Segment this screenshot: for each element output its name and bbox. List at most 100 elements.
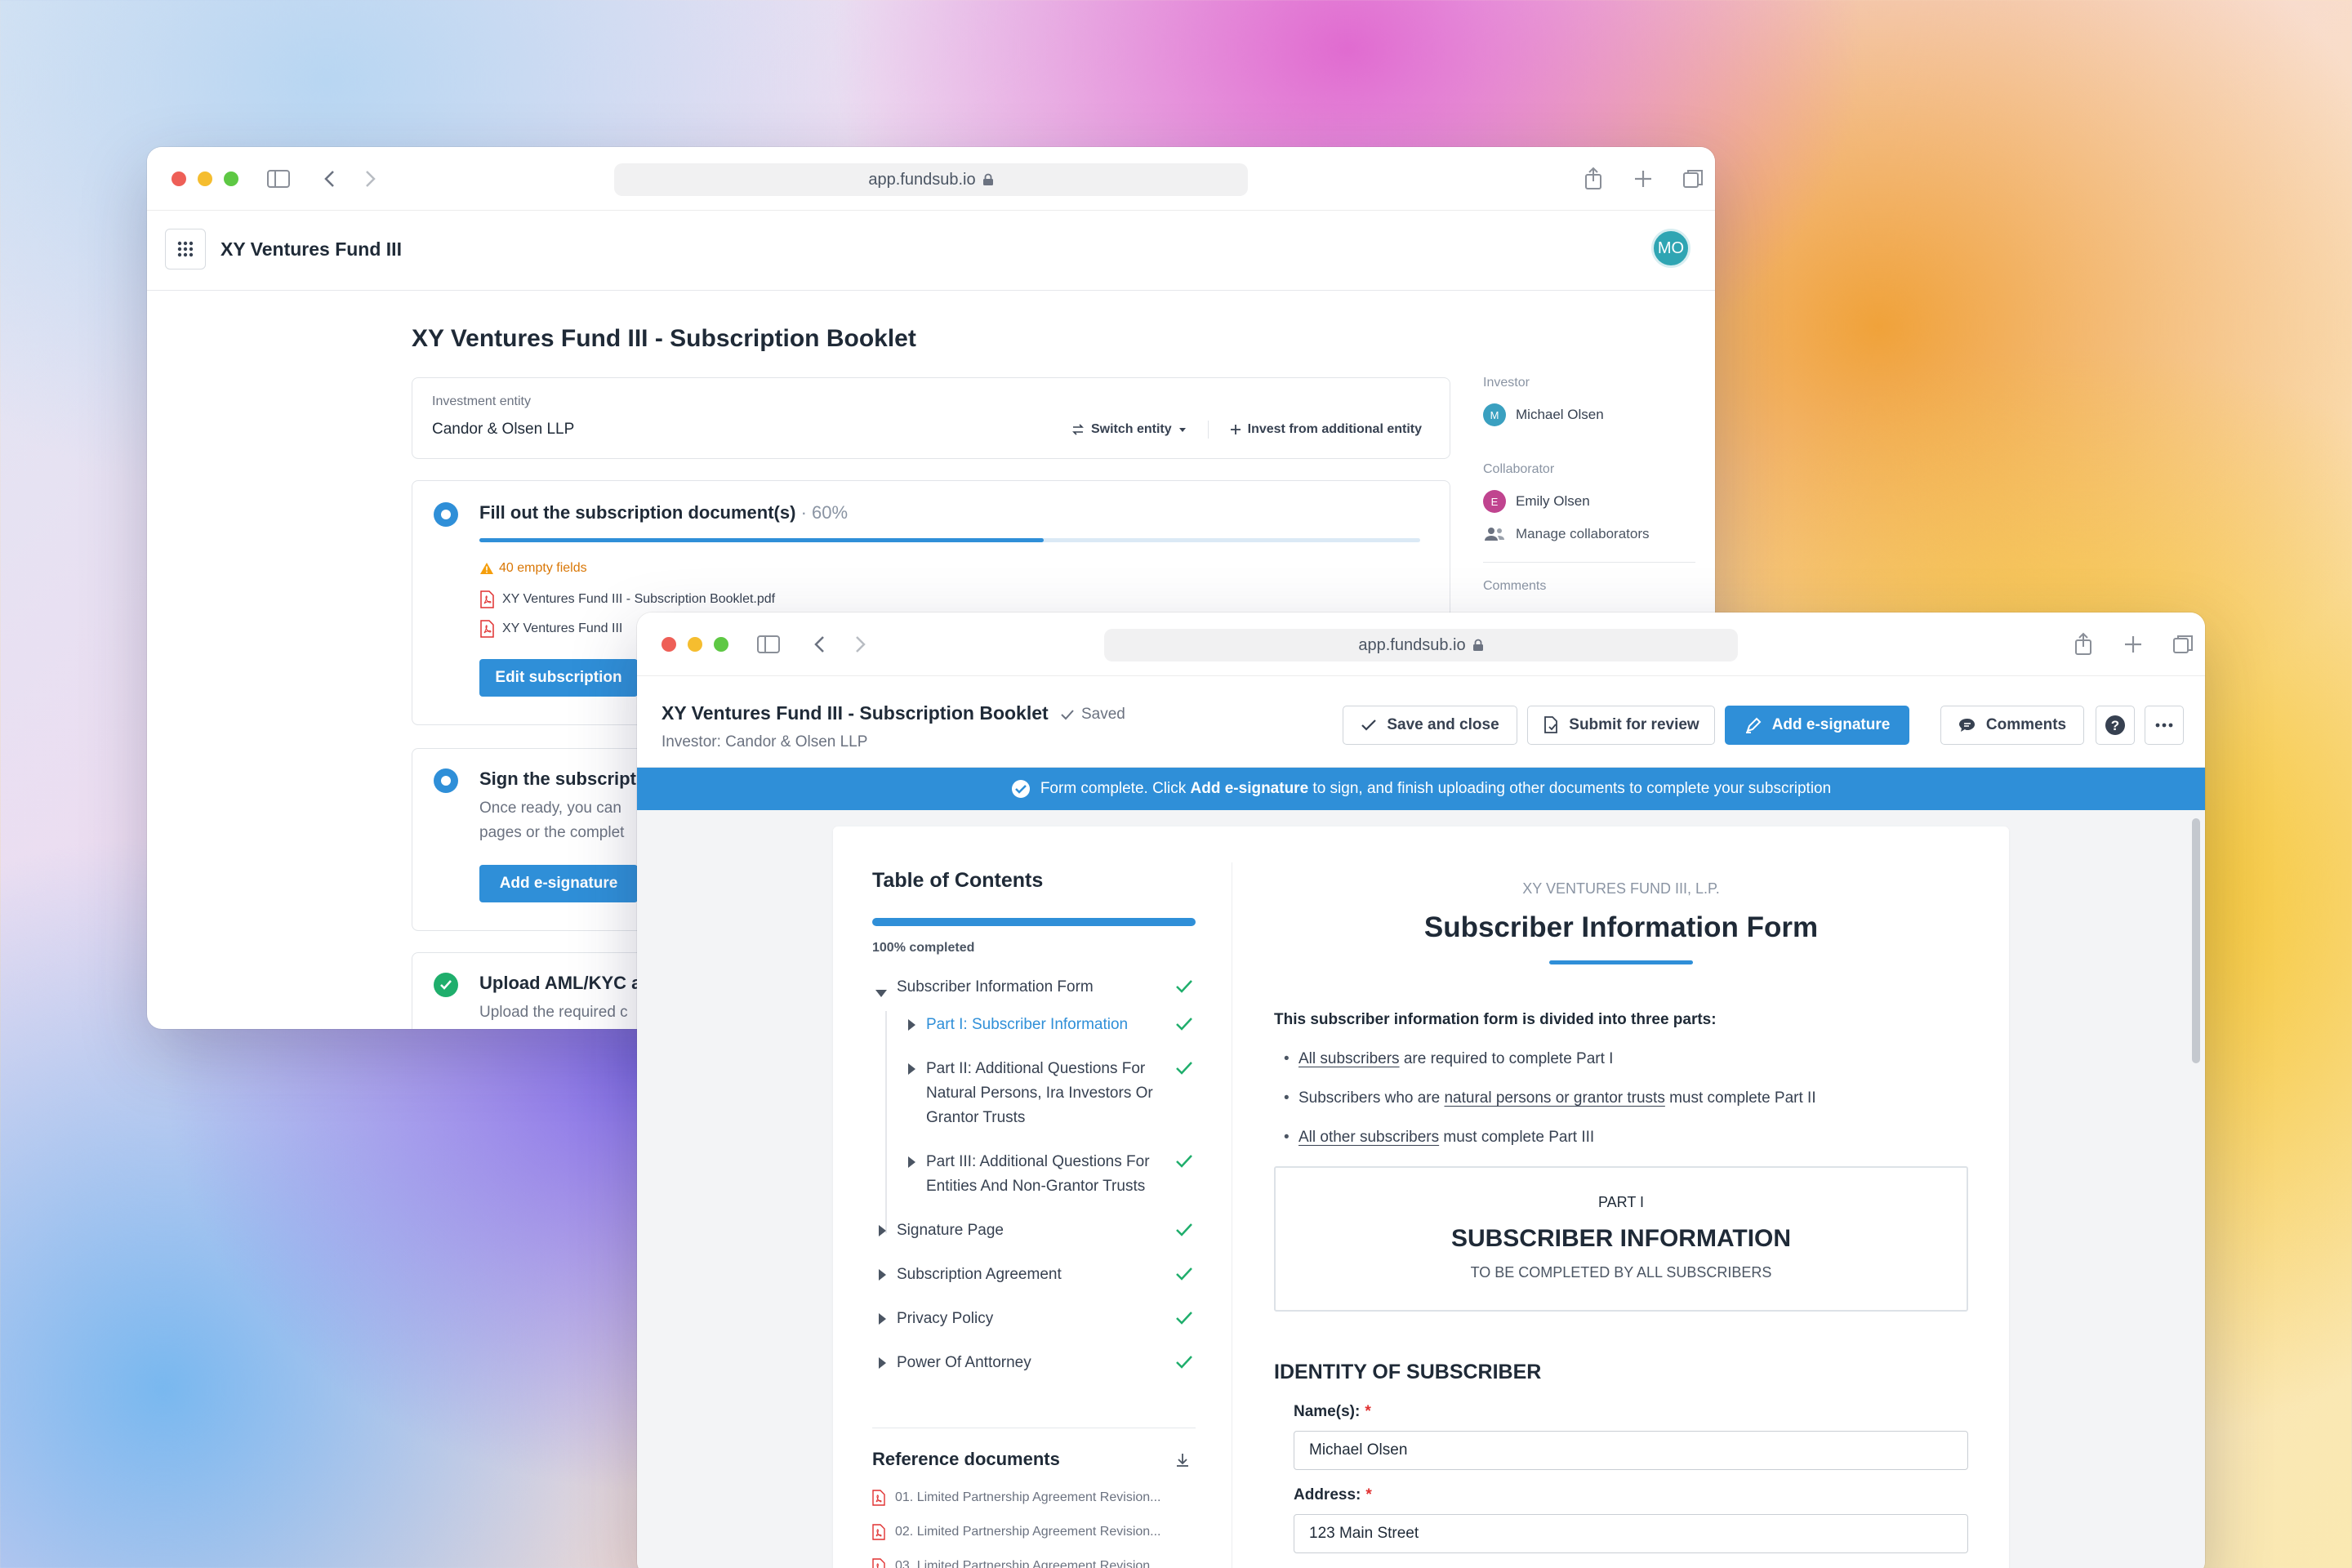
download-icon[interactable] — [1174, 1452, 1191, 1468]
chevron-right-icon[interactable] — [879, 1269, 886, 1281]
reference-documents-title: Reference documents — [872, 1449, 1060, 1469]
add-e-signature-button[interactable]: Add e-signature — [1725, 706, 1909, 745]
collaborator-label: Collaborator — [1483, 462, 1555, 476]
chat-bubble-icon — [1958, 719, 1975, 732]
step-status-icon — [434, 768, 458, 793]
document-paper: Table of Contents 100% completed Subscri… — [833, 826, 2009, 1568]
toc-item[interactable]: Subscription Agreement — [897, 1263, 1062, 1287]
chevron-right-icon[interactable] — [879, 1357, 886, 1369]
document-title: XY Ventures Fund III - Subscription Book… — [662, 702, 1049, 724]
check-icon — [1361, 719, 1377, 731]
forward-arrow-icon[interactable] — [356, 165, 384, 193]
part-title: SUBSCRIBER INFORMATION — [1450, 1225, 1792, 1252]
toc-item-active[interactable]: Part I: Subscriber Information — [926, 1013, 1128, 1037]
sidebar-toggle-icon[interactable] — [755, 630, 782, 658]
comments-button[interactable]: Comments — [1940, 706, 2084, 745]
document-header: XY Ventures Fund III - Subscription Book… — [637, 676, 2205, 768]
chevron-right-icon[interactable] — [879, 1313, 886, 1325]
toc-item-line: Part III: Additional Questions For — [926, 1153, 1150, 1170]
investment-entity-name: Candor & Olsen LLP — [432, 421, 575, 438]
investment-entity-label: Investment entity — [432, 394, 531, 408]
minimize-window-button[interactable] — [688, 637, 702, 652]
toc-item[interactable]: Part II: Additional Questions For Natura… — [926, 1057, 1153, 1130]
banner-text: Form complete. Click Add e-signature to … — [1040, 780, 1831, 798]
collaborator-name: Emily Olsen — [1516, 493, 1590, 509]
sign-step-title: Sign the subscript — [479, 768, 636, 789]
check-icon — [1176, 1223, 1192, 1236]
forward-arrow-icon[interactable] — [846, 630, 874, 658]
side-panel: Investor M Michael Olsen Collaborator E … — [1483, 376, 1695, 607]
sign-step-desc-line: Once ready, you can — [479, 800, 621, 817]
fill-progress-bar — [479, 538, 1420, 542]
toc-item[interactable]: Signature Page — [897, 1218, 1004, 1243]
collaborator-person: E Emily Olsen — [1483, 490, 1695, 513]
bullet-text: Subscribers who are — [1298, 1089, 1445, 1107]
name-field-label: Name(s): * — [1294, 1403, 1371, 1421]
url-bar[interactable]: app.fundsub.io — [614, 163, 1248, 196]
close-window-button[interactable] — [662, 637, 676, 652]
caret-down-icon — [1178, 428, 1186, 432]
edit-subscription-button[interactable]: Edit subscription — [479, 659, 638, 697]
ellipsis-icon — [2155, 723, 2173, 728]
warning-text: 40 empty fields — [499, 561, 587, 575]
chevron-down-icon[interactable] — [875, 990, 887, 997]
share-icon[interactable] — [2069, 630, 2097, 658]
chevron-right-icon[interactable] — [879, 1225, 886, 1236]
reference-document[interactable]: 01. Limited Partnership Agreement Revisi… — [872, 1490, 1161, 1506]
toc-item[interactable]: Subscriber Information Form — [897, 975, 1094, 1000]
save-and-close-button[interactable]: Save and close — [1343, 706, 1517, 745]
term-link[interactable]: All other subscribers — [1298, 1129, 1439, 1146]
new-tab-icon[interactable] — [2119, 630, 2147, 658]
toc-item[interactable]: Privacy Policy — [897, 1307, 993, 1331]
reference-document[interactable]: 03. Limited Partnership Agreement Revisi… — [872, 1558, 1161, 1568]
file-name: XY Ventures Fund III — [502, 621, 623, 635]
name-field[interactable] — [1294, 1431, 1968, 1470]
back-arrow-icon[interactable] — [317, 165, 345, 193]
plus-icon — [1230, 425, 1241, 434]
bullet-item: All subscribers are required to complete… — [1284, 1050, 1613, 1068]
check-icon — [1176, 1062, 1192, 1075]
address-field[interactable] — [1294, 1514, 1968, 1553]
term-link[interactable]: All subscribers — [1298, 1050, 1400, 1067]
file-row[interactable]: XY Ventures Fund III — [479, 620, 622, 638]
close-window-button[interactable] — [172, 172, 186, 186]
chevron-right-icon[interactable] — [908, 1063, 915, 1075]
switch-entity-button[interactable]: Switch entity — [1071, 421, 1187, 439]
more-options-button[interactable] — [2145, 706, 2184, 745]
window-controls — [172, 172, 238, 186]
switch-entity-label: Switch entity — [1090, 422, 1172, 436]
toc-item-line: Grantor Trusts — [926, 1109, 1026, 1126]
maximize-window-button[interactable] — [224, 172, 238, 186]
scrollbar[interactable] — [2192, 818, 2200, 1063]
required-mark: * — [1365, 1403, 1371, 1420]
chevron-right-icon[interactable] — [908, 1019, 915, 1031]
user-avatar[interactable]: MO — [1651, 229, 1690, 268]
empty-fields-warning[interactable]: 40 empty fields — [479, 561, 587, 576]
new-tab-icon[interactable] — [1629, 165, 1657, 193]
submit-for-review-label: Submit for review — [1569, 716, 1699, 733]
invest-additional-entity-button[interactable]: Invest from additional entity — [1230, 421, 1422, 439]
tabs-overview-icon[interactable] — [2169, 630, 2197, 658]
check-icon — [1061, 710, 1074, 720]
toc-item[interactable]: Power Of Anttorney — [897, 1351, 1031, 1375]
pdf-icon — [480, 590, 494, 608]
check-icon — [1176, 980, 1192, 993]
sidebar-toggle-icon[interactable] — [265, 165, 292, 193]
submit-for-review-button[interactable]: Submit for review — [1527, 706, 1715, 745]
minimize-window-button[interactable] — [198, 172, 212, 186]
browser-titlebar: app.fundsub.io — [637, 612, 2205, 676]
chevron-right-icon[interactable] — [908, 1156, 915, 1168]
toc-item[interactable]: Part III: Additional Questions For Entit… — [926, 1150, 1150, 1199]
term-link[interactable]: natural persons or grantor trusts — [1444, 1089, 1664, 1107]
reference-document[interactable]: 02. Limited Partnership Agreement Revisi… — [872, 1524, 1161, 1540]
back-arrow-icon[interactable] — [807, 630, 835, 658]
file-row[interactable]: XY Ventures Fund III - Subscription Book… — [479, 590, 775, 608]
maximize-window-button[interactable] — [714, 637, 728, 652]
share-icon[interactable] — [1579, 165, 1607, 193]
tabs-overview-icon[interactable] — [1679, 165, 1707, 193]
help-button[interactable]: ? — [2096, 706, 2135, 745]
manage-collaborators-link[interactable]: Manage collaborators — [1483, 526, 1695, 563]
apps-grid-button[interactable] — [165, 229, 206, 270]
add-e-signature-button[interactable]: Add e-signature — [479, 865, 638, 902]
url-bar[interactable]: app.fundsub.io — [1104, 629, 1738, 662]
